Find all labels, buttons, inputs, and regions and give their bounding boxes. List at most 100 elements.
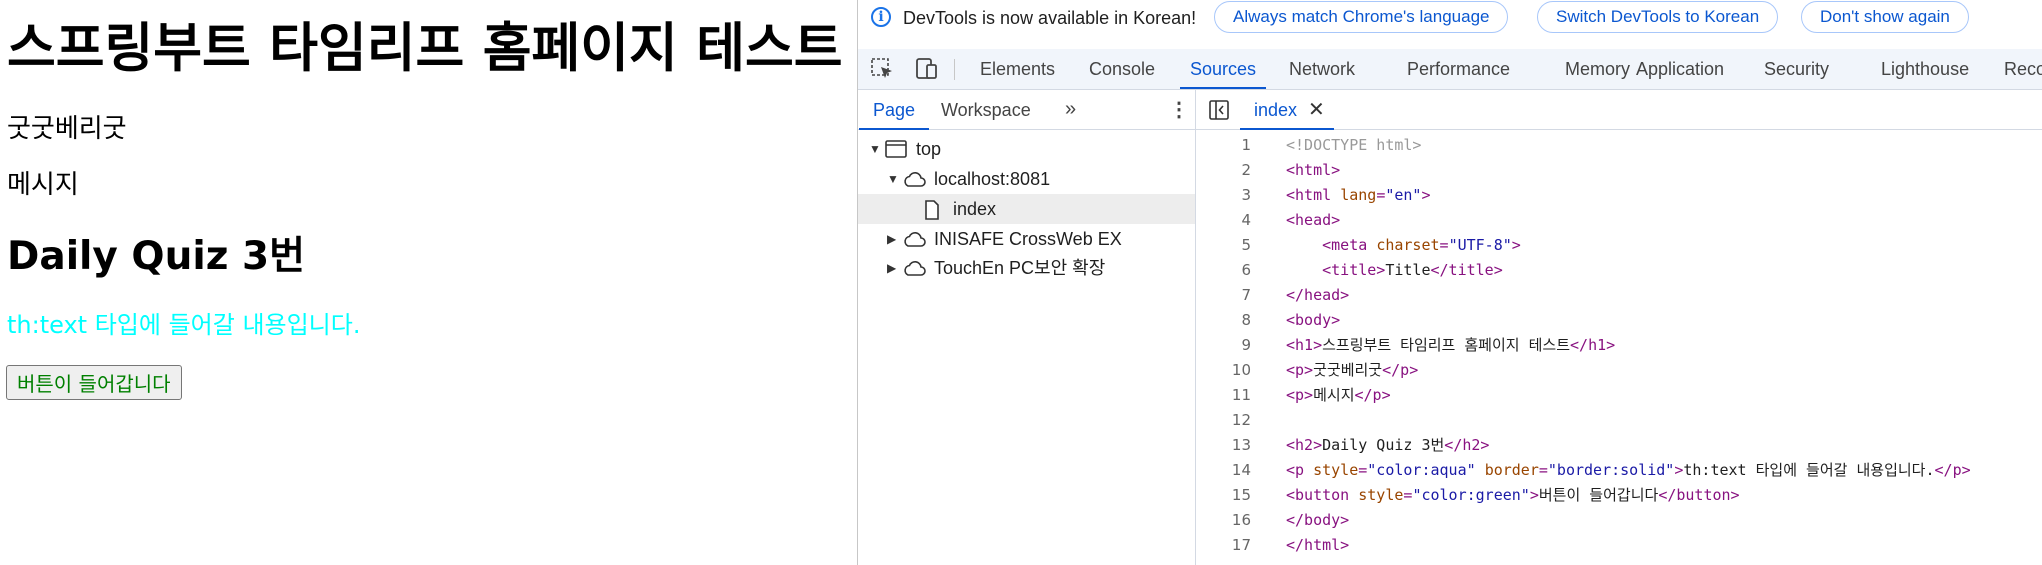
line-number[interactable]: 10: [1196, 358, 1251, 383]
code-token-attr: charset: [1376, 236, 1440, 254]
line-number[interactable]: 4: [1196, 208, 1251, 233]
code-line[interactable]: 11 <p>메시지</p>: [1196, 383, 2042, 408]
tab-security[interactable]: Security: [1764, 49, 1829, 89]
code-token-val: "en": [1385, 186, 1422, 204]
more-tabs-icon[interactable]: »: [1065, 99, 1076, 119]
collapse-arrow-icon[interactable]: ▼: [869, 134, 881, 164]
code-token-tag: </p>: [1382, 361, 1419, 379]
editor-tabbar: index ✕: [1196, 90, 2042, 130]
code-token-val: "color:aqua": [1367, 461, 1476, 479]
code-line[interactable]: 10 <p>굿굿베리굿</p>: [1196, 358, 2042, 383]
code-token-tag: </head>: [1286, 286, 1350, 304]
devtools-panel: i DevTools is now available in Korean! A…: [857, 0, 2042, 565]
nav-tab-workspace[interactable]: Workspace: [941, 90, 1031, 130]
code-line[interactable]: 15 <button style="color:green">버튼이 들어갑니다<…: [1196, 483, 2042, 508]
code-line[interactable]: 12: [1196, 408, 2042, 433]
tab-elements[interactable]: Elements: [980, 49, 1055, 89]
expand-arrow-icon[interactable]: ▶: [887, 253, 896, 283]
match-language-button[interactable]: Always match Chrome's language: [1214, 1, 1509, 33]
line-number[interactable]: 16: [1196, 508, 1251, 533]
collapse-arrow-icon[interactable]: ▼: [887, 164, 899, 194]
tab-recorder[interactable]: Reco: [2004, 49, 2042, 89]
code-line[interactable]: 2 <html>: [1196, 158, 2042, 183]
line-source: <html>: [1286, 158, 1340, 183]
code-line[interactable]: 3 <html lang="en">: [1196, 183, 2042, 208]
code-editor: index ✕ 1 <!DOCTYPE html> 2 <html> 3 <html la…: [1196, 90, 2042, 565]
tree-item-localhost[interactable]: ▼ localhost:8081: [858, 164, 1195, 194]
tab-performance[interactable]: Performance: [1407, 49, 1510, 89]
line-source: <!DOCTYPE html>: [1286, 133, 1421, 158]
line-number[interactable]: 2: [1196, 158, 1251, 183]
line-number[interactable]: 3: [1196, 183, 1251, 208]
line-number[interactable]: 1: [1196, 133, 1251, 158]
cloud-icon: [904, 172, 926, 187]
code-token-txt: 스프링부트 타임리프 홈페이지 테스트: [1322, 336, 1571, 354]
line-number[interactable]: 7: [1196, 283, 1251, 308]
rendered-page: 스프링부트 타임리프 홈페이지 테스트 굿굿베리굿 메시지 Daily Quiz…: [0, 0, 857, 565]
code-line[interactable]: 4 <head>: [1196, 208, 2042, 233]
tree-item-touchen[interactable]: ▶ TouchEn PC보안 확장: [858, 253, 1195, 283]
line-number[interactable]: 17: [1196, 533, 1251, 558]
info-icon: i: [871, 7, 891, 27]
code-token-tag: >: [1529, 486, 1539, 504]
line-number[interactable]: 6: [1196, 258, 1251, 283]
tab-memory[interactable]: Memory: [1565, 49, 1630, 89]
editor-tab-index[interactable]: index ✕: [1240, 90, 1334, 130]
toggle-navigator-icon[interactable]: [1209, 100, 1229, 120]
line-number[interactable]: 12: [1196, 408, 1251, 433]
code-token-tag: <h1>: [1286, 336, 1323, 354]
code-line[interactable]: 5 <meta charset="UTF-8">: [1196, 233, 2042, 258]
line-source: <h2>Daily Quiz 3번</h2>: [1286, 433, 1489, 458]
tree-item-inisafe[interactable]: ▶ INISAFE CrossWeb EX: [858, 224, 1195, 254]
line-number[interactable]: 11: [1196, 383, 1251, 408]
code-line[interactable]: 16 </body>: [1196, 508, 2042, 533]
tree-item-index[interactable]: index: [858, 194, 1195, 224]
page-button[interactable]: 버튼이 들어갑니다: [6, 365, 182, 400]
tab-application[interactable]: Application: [1636, 49, 1724, 89]
code-token-tag: =: [1358, 461, 1368, 479]
code-line[interactable]: 7 </head>: [1196, 283, 2042, 308]
code-line[interactable]: 17 </html>: [1196, 533, 2042, 558]
code-line[interactable]: 14 <p style="color:aqua" border="border:s…: [1196, 458, 2042, 483]
code-token-txt: th:text 타입에 들어갈 내용입니다.: [1683, 461, 1935, 479]
tree-label-top: top: [916, 139, 942, 159]
close-icon[interactable]: ✕: [1308, 90, 1325, 130]
tab-sources[interactable]: Sources: [1179, 49, 1267, 89]
line-source: </html>: [1286, 533, 1349, 558]
code-line[interactable]: 9 <h1>스프링부트 타임리프 홈페이지 테스트</h1>: [1196, 333, 2042, 358]
tab-lighthouse[interactable]: Lighthouse: [1881, 49, 1969, 89]
code-token-tag: =: [1439, 236, 1449, 254]
code-token-txt: Daily Quiz 3번: [1322, 436, 1445, 454]
nav-tab-page[interactable]: Page: [858, 90, 930, 130]
code-line[interactable]: 1 <!DOCTYPE html>: [1196, 133, 2042, 158]
tab-console[interactable]: Console: [1089, 49, 1155, 89]
line-number[interactable]: 13: [1196, 433, 1251, 458]
line-number[interactable]: 14: [1196, 458, 1251, 483]
code-token-tag: >: [1421, 186, 1431, 204]
line-source: <body>: [1286, 308, 1340, 333]
line-number[interactable]: 8: [1196, 308, 1251, 333]
line-number[interactable]: 9: [1196, 333, 1251, 358]
code-token-tag: </h1>: [1570, 336, 1616, 354]
code-token-tag: <title>: [1322, 261, 1386, 279]
device-toolbar-icon[interactable]: [913, 57, 939, 81]
line-number[interactable]: 5: [1196, 233, 1251, 258]
tab-network[interactable]: Network: [1289, 49, 1355, 89]
code-token-txt: 굿굿베리굿: [1313, 361, 1383, 379]
code-token-attr: style: [1313, 461, 1359, 479]
tree-item-top[interactable]: ▼ top: [858, 134, 1195, 164]
line-source: <html lang="en">: [1286, 183, 1431, 208]
switch-to-korean-button[interactable]: Switch DevTools to Korean: [1537, 1, 1779, 33]
kebab-menu-icon[interactable]: ⋮: [1169, 100, 1189, 120]
line-source: </body>: [1286, 508, 1349, 533]
inspect-element-icon[interactable]: [870, 57, 896, 81]
line-number[interactable]: 15: [1196, 483, 1251, 508]
infobar-message: DevTools is now available in Korean!: [903, 8, 1197, 28]
dont-show-again-button[interactable]: Don't show again: [1801, 1, 1969, 33]
code-line[interactable]: 13 <h2>Daily Quiz 3번</h2>: [1196, 433, 2042, 458]
devtools-toolbar: Elements Console Sources Network Perform…: [858, 49, 2042, 90]
expand-arrow-icon[interactable]: ▶: [887, 224, 896, 254]
code-line[interactable]: 8 <body>: [1196, 308, 2042, 333]
code-line[interactable]: 6 <title>Title</title>: [1196, 258, 2042, 283]
